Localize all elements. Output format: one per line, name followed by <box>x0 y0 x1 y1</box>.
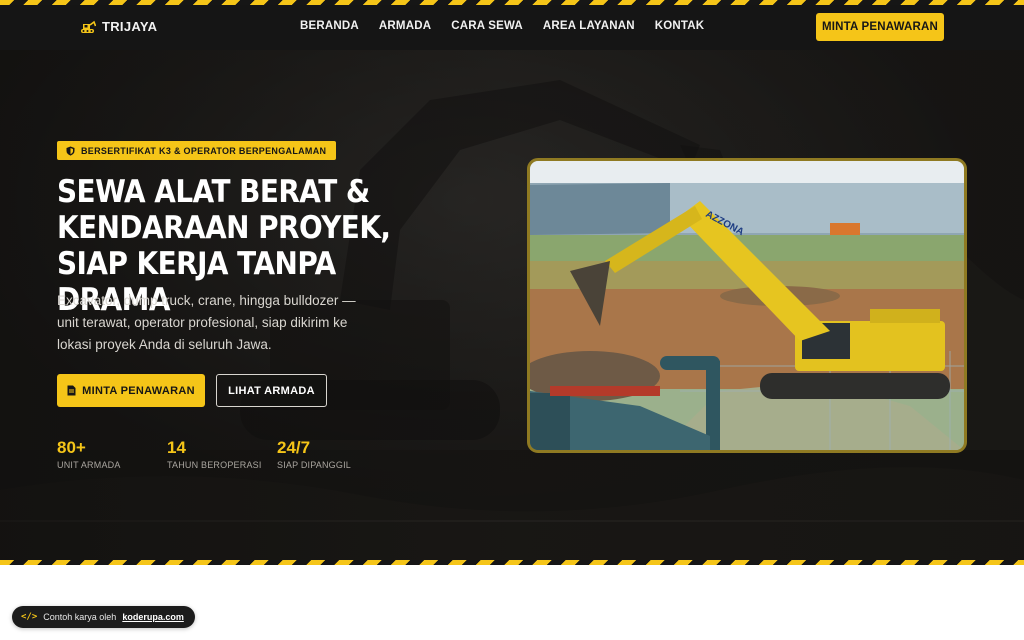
stat-availability: 24/7 SIAP DIPANGGIL <box>277 438 351 470</box>
view-fleet-button[interactable]: LIHAT ARMADA <box>216 374 327 407</box>
hero-request-quote-button[interactable]: MINTA PENAWARAN <box>57 374 205 407</box>
credit-text: Contoh karya oleh <box>43 612 117 622</box>
navbar: TRIJAYA BERANDA ARMADA CARA SEWA AREA LA… <box>0 5 1024 50</box>
page: TRIJAYA BERANDA ARMADA CARA SEWA AREA LA… <box>0 0 1024 640</box>
brand-name: TRIJAYA <box>102 19 158 34</box>
nav-link-armada[interactable]: ARMADA <box>379 20 431 32</box>
nav-link-kontak[interactable]: KONTAK <box>655 20 705 32</box>
stat-value: 14 <box>167 438 186 457</box>
stat-value: 24/7 <box>277 438 311 457</box>
credit-pill: </> Contoh karya oleh koderupa.com <box>12 606 195 628</box>
hero-request-quote-label: MINTA PENAWARAN <box>82 384 195 397</box>
certification-badge: BERSERTIFIKAT K3 & OPERATOR BERPENGALAMA… <box>57 141 337 160</box>
stat-years-operating: 14 TAHUN BEROPERASI <box>167 438 262 470</box>
credit-link[interactable]: koderupa.com <box>122 612 184 622</box>
badge-text: BERSERTIFIKAT K3 & OPERATOR BERPENGALAMA… <box>81 145 327 156</box>
excavator-photo-illustration: AZZONA <box>530 161 964 450</box>
nav-link-cara-sewa[interactable]: CARA SEWA <box>451 20 523 32</box>
nav-link-beranda[interactable]: BERANDA <box>300 20 359 32</box>
hazard-stripe-bottom <box>0 560 1024 565</box>
excavator-icon <box>81 20 96 33</box>
stat-fleet-units: 80+ UNIT ARMADA <box>57 438 121 470</box>
nav-link-area-layanan[interactable]: AREA LAYANAN <box>543 20 635 32</box>
hero-excavator-photo: AZZONA <box>527 158 967 453</box>
hero-subtitle: Excavator, dump truck, crane, hingga bul… <box>57 293 356 352</box>
main-nav: BERANDA ARMADA CARA SEWA AREA LAYANAN KO… <box>300 20 724 32</box>
shield-icon <box>66 146 75 156</box>
hero-section: BERSERTIFIKAT K3 & OPERATOR BERPENGALAMA… <box>0 50 1024 560</box>
brand-logo[interactable]: TRIJAYA <box>80 19 157 34</box>
nav-request-quote-button[interactable]: MINTA PENAWARAN <box>816 13 944 41</box>
hazard-stripe-top <box>0 0 1024 5</box>
code-icon: </> <box>21 612 38 622</box>
stat-label: TAHUN BEROPERASI <box>167 460 262 470</box>
document-icon <box>67 385 76 396</box>
stat-label: SIAP DIPANGGIL <box>277 460 351 470</box>
stat-value: 80+ <box>57 438 86 457</box>
stat-label: UNIT ARMADA <box>57 460 121 470</box>
